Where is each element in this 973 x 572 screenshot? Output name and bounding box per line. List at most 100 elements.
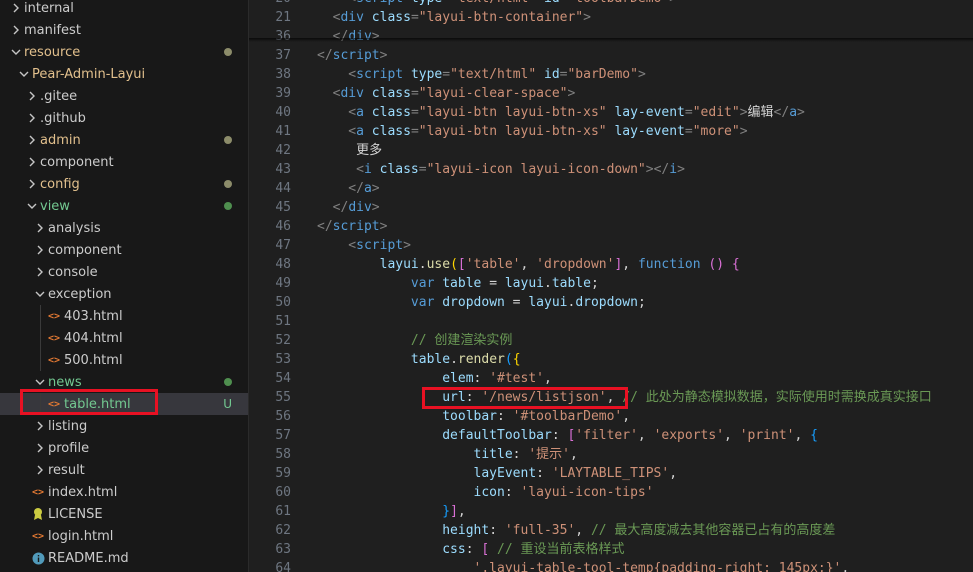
chevron-right-icon[interactable] [32,261,48,283]
code-token: : [465,542,482,557]
chevron-right-icon[interactable] [32,437,48,459]
folder-result[interactable]: result [0,459,248,481]
code-token: 'dropdown' [536,257,615,272]
folder-pear-admin-layui[interactable]: Pear-Admin-Layui [0,63,248,85]
code-line[interactable]: 64 '.layui-table-tool-temp{padding-right… [249,559,973,572]
folder-component[interactable]: component [0,151,248,173]
folder-config[interactable]: config [0,173,248,195]
folder-github[interactable]: .github [0,107,248,129]
chevron-right-icon[interactable] [24,85,40,107]
code-text: </div> [317,27,380,46]
code-line[interactable]: 48 layui.use(['table', 'dropdown'], func… [249,255,973,274]
code-line[interactable]: 41 <a class="layui-btn layui-btn-xs" lay… [249,122,973,141]
chevron-right-icon[interactable] [32,217,48,239]
code-line[interactable]: 47 <script> [249,236,973,255]
html-file-icon: <> [31,486,45,498]
code-token: < [317,0,356,6]
code-line[interactable]: 43 <i class="layui-icon layui-icon-down"… [249,160,973,179]
code-text: </div> [317,198,380,217]
code-line[interactable]: 38 <script type="text/html" id="barDemo"… [249,65,973,84]
file-index-html[interactable]: <> index.html [0,481,248,503]
chevron-down-icon[interactable] [32,283,48,305]
file-login-html[interactable]: <> login.html [0,525,248,547]
folder-view[interactable]: view [0,195,248,217]
folder-profile[interactable]: profile [0,437,248,459]
folder-exception[interactable]: exception [0,283,248,305]
code-line[interactable]: 46 </script> [249,217,973,236]
chevron-right-icon[interactable] [32,459,48,481]
folder-analysis[interactable]: analysis [0,217,248,239]
code-line[interactable]: 36 </div> [249,27,973,46]
folder-listing[interactable]: listing [0,415,248,437]
code-token: layEvent [317,466,537,481]
tree-item-label: index.html [48,484,118,500]
chevron-right-icon[interactable] [32,239,48,261]
folder-gitee[interactable]: .gitee [0,85,248,107]
code-line[interactable]: 44 </a> [249,179,973,198]
code-line[interactable]: 53 table.render({ [249,350,973,369]
chevron-down-icon[interactable] [8,41,24,63]
chevron-right-icon[interactable] [24,173,40,195]
code-line[interactable]: 57 defaultToolbar: ['filter', 'exports',… [249,426,973,445]
chevron-right-icon[interactable] [24,129,40,151]
sticky-scroll-line[interactable]: 21 <div class="layui-btn-container"> [249,8,973,27]
code-token: < [317,10,341,25]
code-line[interactable]: 37 </script> [249,46,973,65]
code-text: <script> [317,236,411,255]
code-token: div [340,86,364,101]
code-line[interactable]: 54 elem: '#test', [249,369,973,388]
folder-resource[interactable]: resource [0,41,248,63]
folder-manifest[interactable]: manifest [0,19,248,41]
code-line[interactable]: 49 var table = layui.table; [249,274,973,293]
code-token: > [739,124,748,139]
html-file-icon: <> [47,332,61,344]
license-icon [30,503,46,525]
chevron-right-icon[interactable] [8,0,24,19]
code-line[interactable]: 58 title: '提示', [249,445,973,464]
folder-console[interactable]: console [0,261,248,283]
code-line[interactable]: 50 var dropdown = layui.dropdown; [249,293,973,312]
code-editor[interactable]: 20 <script type="text/html" id="toolbarD… [249,0,973,572]
code-line[interactable]: 63 css: [ // 重设当前表格样式 [249,540,973,559]
chevron-right-icon[interactable] [8,19,24,41]
code-line[interactable]: 52 // 创建渲染实例 [249,331,973,350]
code-line[interactable]: 45 </div> [249,198,973,217]
file-500-html[interactable]: <> 500.html [0,349,248,371]
file-license[interactable]: LICENSE [0,503,248,525]
file-explorer: internal manifest resource Pear-Admin-Layui… [0,0,249,572]
file-403-html[interactable]: <> 403.html [0,305,248,327]
code-token: title [317,447,513,462]
code-line[interactable]: 40 <a class="layui-btn layui-btn-xs" lay… [249,103,973,122]
code-line[interactable]: 62 height: 'full-35', // 最大高度减去其他容器已占有的高… [249,521,973,540]
code-line[interactable]: 61 }], [249,502,973,521]
chevron-right-icon[interactable] [24,107,40,129]
file-readme-md[interactable]: README.md [0,547,248,569]
line-number: 57 [275,428,291,443]
code-line[interactable]: 42 更多 [249,141,973,160]
code-text: css: [ // 重设当前表格样式 [317,540,624,559]
chevron-down-icon[interactable] [16,63,32,85]
code-line[interactable]: 56 toolbar: '#toolbarDemo', [249,407,973,426]
file-404-html[interactable]: <> 404.html [0,327,248,349]
code-token: , [622,257,638,272]
sticky-scroll-line[interactable]: 20 <script type="text/html" id="toolbarD… [249,0,973,8]
folder-component[interactable]: component [0,239,248,261]
chevron-down-icon[interactable] [24,195,40,217]
folder-internal[interactable]: internal [0,0,248,19]
code-line[interactable]: 60 icon: 'layui-icon-tips' [249,483,973,502]
line-number: 46 [275,219,291,234]
line-number: 48 [275,257,291,272]
chevron-right-icon[interactable] [24,151,40,173]
code-token: class [371,86,411,101]
code-token: , [669,466,678,481]
code-line[interactable]: 51 [249,312,973,331]
chevron-right-icon[interactable] [32,415,48,437]
code-token: , [794,428,811,443]
folder-admin[interactable]: admin [0,129,248,151]
code-token: "barDemo" [567,67,638,82]
code-line[interactable]: 59 layEvent: 'LAYTABLE_TIPS', [249,464,973,483]
code-token: "text/html" [450,0,536,6]
code-line[interactable]: 39 <div class="layui-clear-space"> [249,84,973,103]
